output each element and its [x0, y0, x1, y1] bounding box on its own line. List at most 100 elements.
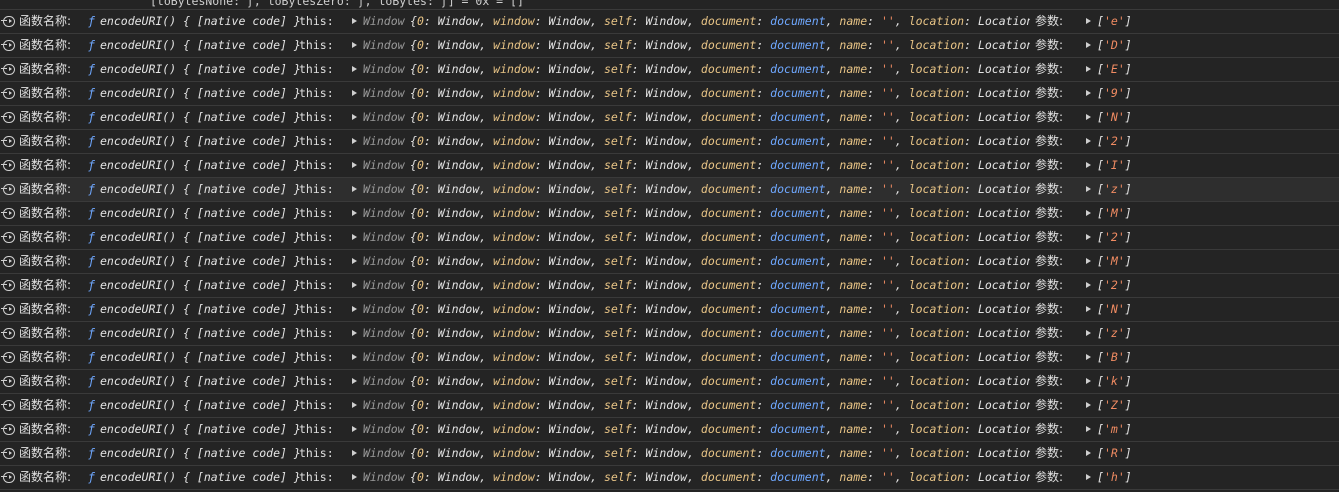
expand-array-triangle-icon[interactable]	[1086, 306, 1091, 312]
expand-array-triangle-icon[interactable]	[1086, 234, 1091, 240]
log-row[interactable]: 函数名称: ƒ encodeURI() { [native code] } this:…	[0, 442, 1339, 466]
expand-array-triangle-icon[interactable]	[1086, 330, 1091, 336]
expand-array-triangle-icon[interactable]	[1086, 258, 1091, 264]
expand-array-triangle-icon[interactable]	[1086, 114, 1091, 120]
expand-array-triangle-icon[interactable]	[1086, 426, 1091, 432]
object-type[interactable]: Window	[363, 446, 405, 460]
argument-array[interactable]: ['B']	[1097, 350, 1132, 364]
expand-object-triangle-icon[interactable]	[352, 306, 357, 312]
log-row[interactable]: 函数名称: ƒ encodeURI() { [native code] } this:…	[0, 10, 1339, 34]
object-preview[interactable]: {0: Window, window: Window, self: Window…	[410, 110, 1030, 124]
expand-object-triangle-icon[interactable]	[352, 474, 357, 480]
argument-array[interactable]: ['E']	[1097, 62, 1132, 76]
function-signature[interactable]: encodeURI() { [native code] }	[100, 62, 301, 76]
function-signature[interactable]: encodeURI() { [native code] }	[100, 38, 301, 52]
log-entry-icon[interactable]	[1, 424, 15, 435]
argument-array[interactable]: ['Z']	[1097, 398, 1132, 412]
object-type[interactable]: Window	[363, 182, 405, 196]
object-type[interactable]: Window	[363, 422, 405, 436]
expand-object-triangle-icon[interactable]	[352, 186, 357, 192]
argument-array[interactable]: ['h']	[1097, 470, 1132, 484]
log-row[interactable]: 函数名称: ƒ encodeURI() { [native code] } this:…	[0, 466, 1339, 490]
log-entry-icon[interactable]	[1, 208, 15, 219]
log-entry-icon[interactable]	[1, 232, 15, 243]
expand-object-triangle-icon[interactable]	[352, 354, 357, 360]
expand-array-triangle-icon[interactable]	[1086, 378, 1091, 384]
log-row[interactable]: 函数名称: ƒ encodeURI() { [native code] } this:…	[0, 178, 1339, 202]
object-type[interactable]: Window	[363, 326, 405, 340]
function-signature[interactable]: encodeURI() { [native code] }	[100, 470, 301, 484]
argument-array[interactable]: ['N']	[1097, 302, 1132, 316]
log-entry-icon[interactable]	[1, 472, 15, 483]
expand-array-triangle-icon[interactable]	[1086, 450, 1091, 456]
argument-array[interactable]: ['m']	[1097, 422, 1132, 436]
log-row[interactable]: 函数名称: ƒ encodeURI() { [native code] } this:…	[0, 394, 1339, 418]
log-entry-icon[interactable]	[1, 352, 15, 363]
object-preview[interactable]: {0: Window, window: Window, self: Window…	[410, 38, 1030, 52]
log-entry-icon[interactable]	[1, 64, 15, 75]
log-row[interactable]: 函数名称: ƒ encodeURI() { [native code] } this:…	[0, 274, 1339, 298]
log-row[interactable]: 函数名称: ƒ encodeURI() { [native code] } this:…	[0, 106, 1339, 130]
argument-array[interactable]: ['2']	[1097, 230, 1132, 244]
argument-array[interactable]: ['R']	[1097, 446, 1132, 460]
object-type[interactable]: Window	[363, 470, 405, 484]
object-type[interactable]: Window	[363, 230, 405, 244]
expand-object-triangle-icon[interactable]	[352, 138, 357, 144]
object-preview[interactable]: {0: Window, window: Window, self: Window…	[410, 398, 1030, 412]
object-preview[interactable]: {0: Window, window: Window, self: Window…	[410, 350, 1030, 364]
expand-array-triangle-icon[interactable]	[1086, 282, 1091, 288]
expand-object-triangle-icon[interactable]	[352, 378, 357, 384]
log-row[interactable]: 函数名称: ƒ encodeURI() { [native code] } this:…	[0, 82, 1339, 106]
log-entry-icon[interactable]	[1, 16, 15, 27]
log-row[interactable]: 函数名称: ƒ encodeURI() { [native code] } this:…	[0, 250, 1339, 274]
object-type[interactable]: Window	[363, 86, 405, 100]
function-signature[interactable]: encodeURI() { [native code] }	[100, 446, 301, 460]
object-preview[interactable]: {0: Window, window: Window, self: Window…	[410, 62, 1030, 76]
expand-object-triangle-icon[interactable]	[352, 210, 357, 216]
log-row[interactable]: 函数名称: ƒ encodeURI() { [native code] } this:…	[0, 58, 1339, 82]
object-type[interactable]: Window	[363, 254, 405, 268]
argument-array[interactable]: ['I']	[1097, 158, 1132, 172]
object-preview[interactable]: {0: Window, window: Window, self: Window…	[410, 158, 1030, 172]
argument-array[interactable]: ['z']	[1097, 182, 1132, 196]
expand-array-triangle-icon[interactable]	[1086, 162, 1091, 168]
object-type[interactable]: Window	[363, 206, 405, 220]
function-signature[interactable]: encodeURI() { [native code] }	[100, 326, 301, 340]
argument-array[interactable]: ['N']	[1097, 110, 1132, 124]
object-type[interactable]: Window	[363, 302, 405, 316]
log-entry-icon[interactable]	[1, 40, 15, 51]
function-signature[interactable]: encodeURI() { [native code] }	[100, 134, 301, 148]
object-type[interactable]: Window	[363, 158, 405, 172]
log-row[interactable]: 函数名称: ƒ encodeURI() { [native code] } this:…	[0, 154, 1339, 178]
log-entry-icon[interactable]	[1, 184, 15, 195]
expand-array-triangle-icon[interactable]	[1086, 138, 1091, 144]
function-signature[interactable]: encodeURI() { [native code] }	[100, 398, 301, 412]
function-signature[interactable]: encodeURI() { [native code] }	[100, 230, 301, 244]
object-preview[interactable]: {0: Window, window: Window, self: Window…	[410, 422, 1030, 436]
expand-object-triangle-icon[interactable]	[352, 426, 357, 432]
log-entry-icon[interactable]	[1, 112, 15, 123]
object-preview[interactable]: {0: Window, window: Window, self: Window…	[410, 374, 1030, 388]
log-row[interactable]: 函数名称: ƒ encodeURI() { [native code] } this:…	[0, 226, 1339, 250]
argument-array[interactable]: ['M']	[1097, 254, 1132, 268]
log-entry-icon[interactable]	[1, 376, 15, 387]
argument-array[interactable]: ['2']	[1097, 278, 1132, 292]
object-preview[interactable]: {0: Window, window: Window, self: Window…	[410, 254, 1030, 268]
function-signature[interactable]: encodeURI() { [native code] }	[100, 14, 301, 28]
log-entry-icon[interactable]	[1, 400, 15, 411]
object-type[interactable]: Window	[363, 134, 405, 148]
expand-object-triangle-icon[interactable]	[352, 234, 357, 240]
log-row[interactable]: 函数名称: ƒ encodeURI() { [native code] } this:…	[0, 130, 1339, 154]
object-preview[interactable]: {0: Window, window: Window, self: Window…	[410, 326, 1030, 340]
function-signature[interactable]: encodeURI() { [native code] }	[100, 182, 301, 196]
object-preview[interactable]: {0: Window, window: Window, self: Window…	[410, 86, 1030, 100]
expand-object-triangle-icon[interactable]	[352, 258, 357, 264]
log-row[interactable]: 函数名称: ƒ encodeURI() { [native code] } this:…	[0, 346, 1339, 370]
object-type[interactable]: Window	[363, 62, 405, 76]
log-entry-icon[interactable]	[1, 448, 15, 459]
log-row[interactable]: 函数名称: ƒ encodeURI() { [native code] } this:…	[0, 34, 1339, 58]
object-preview[interactable]: {0: Window, window: Window, self: Window…	[410, 206, 1030, 220]
log-row[interactable]: 函数名称: ƒ encodeURI() { [native code] } this:…	[0, 370, 1339, 394]
argument-array[interactable]: ['9']	[1097, 86, 1132, 100]
object-type[interactable]: Window	[363, 398, 405, 412]
